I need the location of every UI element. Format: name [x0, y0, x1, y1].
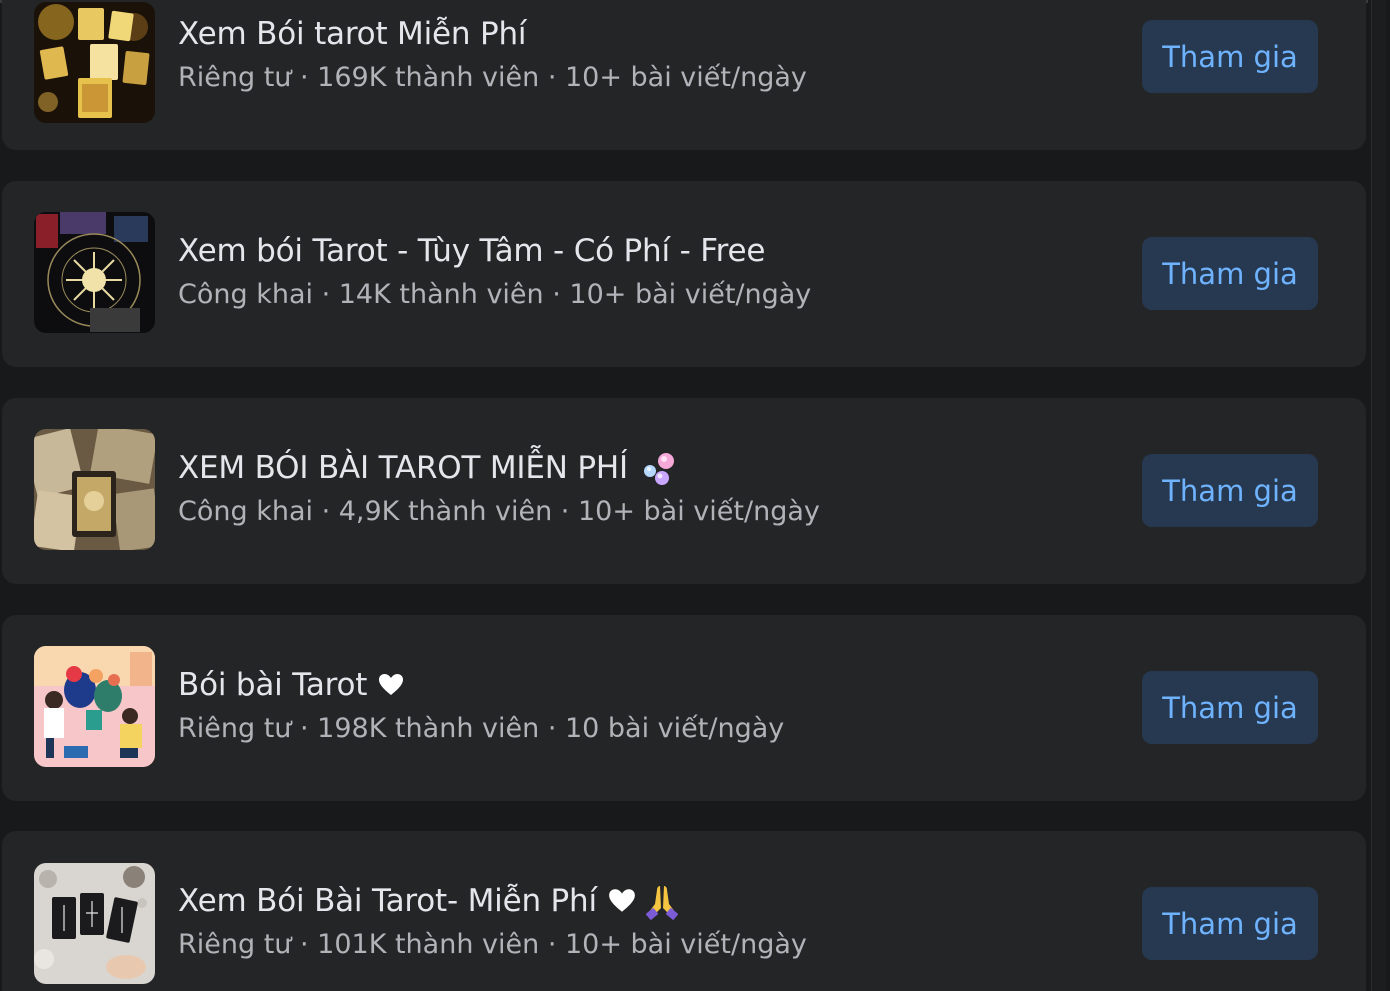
folded-hands-emoji-icon [643, 882, 681, 920]
group-info: Xem bói Tarot - Tùy Tâm - Có Phí - Free … [178, 229, 1078, 317]
join-group-button[interactable]: Tham gia [1142, 887, 1318, 960]
bubbles-emoji-icon [640, 449, 678, 487]
group-name[interactable]: Xem Bói tarot Miễn Phí [178, 16, 527, 52]
scrollbar-thumb[interactable] [1371, 0, 1386, 991]
group-name[interactable]: Bói bài Tarot [178, 667, 367, 703]
group-card[interactable]: Bói bài Tarot Riêng tư · 198K thành viên… [2, 615, 1366, 801]
group-info: XEM BÓI BÀI TAROT MIỄN PHÍ Công khai · 4… [178, 446, 1078, 534]
tarot-cards-thumbnail[interactable] [34, 2, 155, 123]
group-meta: Công khai · 4,9K thành viên · 10+ bài vi… [178, 496, 820, 527]
group-card[interactable]: Xem bói Tarot - Tùy Tâm - Có Phí - Free … [2, 181, 1366, 367]
group-meta: Riêng tư · 169K thành viên · 10+ bài viế… [178, 62, 807, 93]
group-name[interactable]: Xem bói Tarot - Tùy Tâm - Có Phí - Free [178, 233, 765, 269]
group-card[interactable]: XEM BÓI BÀI TAROT MIỄN PHÍ Công khai · 4… [2, 398, 1366, 584]
group-name[interactable]: XEM BÓI BÀI TAROT MIỄN PHÍ [178, 450, 628, 486]
tarot-deck-thumbnail[interactable] [34, 429, 155, 550]
white-heart-icon [607, 886, 637, 916]
group-info: Bói bài Tarot Riêng tư · 198K thành viên… [178, 663, 1078, 751]
group-title-row: Xem bói Tarot - Tùy Tâm - Có Phí - Free [178, 229, 1078, 273]
scrollbar[interactable] [1368, 0, 1390, 991]
group-card[interactable]: Xem Bói tarot Miễn Phí Riêng tư · 169K t… [2, 0, 1366, 150]
group-info: Xem Bói Bài Tarot- Miễn Phí Riêng tư · 1… [178, 879, 1078, 967]
group-title-row: XEM BÓI BÀI TAROT MIỄN PHÍ [178, 446, 1078, 490]
group-meta: Riêng tư · 198K thành viên · 10 bài viết… [178, 713, 785, 744]
join-group-button[interactable]: Tham gia [1142, 454, 1318, 527]
gardening-illustration-thumbnail[interactable] [34, 646, 155, 767]
group-name[interactable]: Xem Bói Bài Tarot- Miễn Phí [178, 883, 597, 919]
group-meta: Công khai · 14K thành viên · 10+ bài viế… [178, 279, 812, 310]
join-group-button[interactable]: Tham gia [1142, 671, 1318, 744]
group-title-row: Xem Bói Bài Tarot- Miễn Phí [178, 879, 1078, 923]
join-group-button[interactable]: Tham gia [1142, 20, 1318, 93]
zodiac-sun-thumbnail[interactable] [34, 212, 155, 333]
group-title-row: Xem Bói tarot Miễn Phí [178, 12, 1078, 56]
join-group-button[interactable]: Tham gia [1142, 237, 1318, 310]
group-search-results: Xem Bói tarot Miễn Phí Riêng tư · 169K t… [0, 0, 1390, 991]
group-title-row: Bói bài Tarot [178, 663, 1078, 707]
tarot-spread-thumbnail[interactable] [34, 863, 155, 984]
white-heart-icon [377, 671, 405, 699]
group-card[interactable]: Xem Bói Bài Tarot- Miễn Phí Riêng tư · 1… [2, 831, 1366, 991]
group-meta: Riêng tư · 101K thành viên · 10+ bài viế… [178, 929, 807, 960]
group-info: Xem Bói tarot Miễn Phí Riêng tư · 169K t… [178, 12, 1078, 100]
